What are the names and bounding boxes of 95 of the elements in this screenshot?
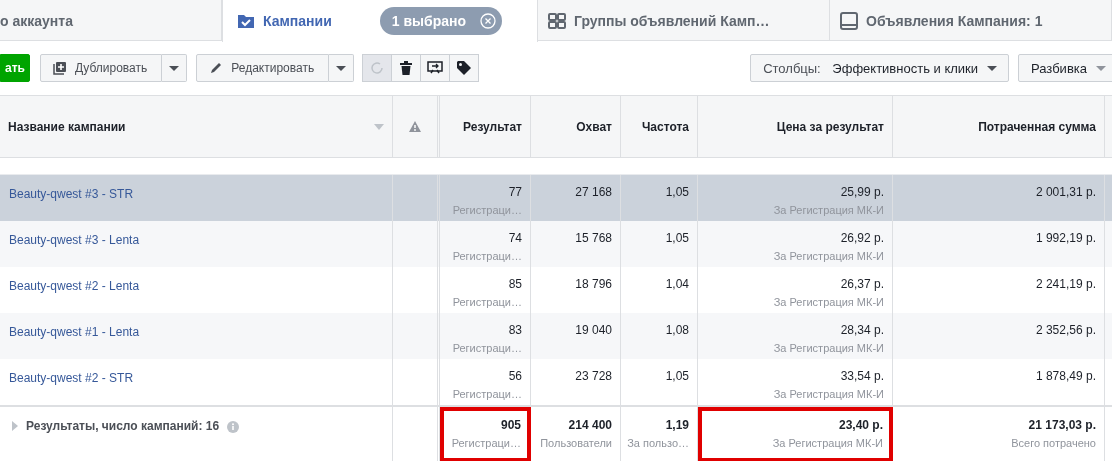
grid-icon [548,11,566,30]
table-row[interactable]: Beauty-qwest #3 - Lenta 74 Регистраци… 15 768 1,05 26,92 р. За Регистрация МК-И 1 992,19 р. [0,221,1112,267]
toolbar-button[interactable] [420,54,451,82]
refresh-icon [369,60,386,76]
caret-icon [335,64,348,72]
column-header[interactable]: Охват [576,119,612,134]
tab-label[interactable]: Группы объявлений Камп… [574,12,770,29]
cell-caption: Регистраци… [452,388,522,400]
cell-value: 1,05 [665,369,689,383]
tab[interactable]: Кампании 1 выбрано [222,0,538,42]
cell-value: 33,54 р. [840,369,884,383]
breakdown-dropdown[interactable]: Разбивка [1018,54,1112,82]
cell-caption: За Регистрация МК-И [773,296,884,308]
campaign-link[interactable]: Beauty-qwest #3 - Lenta [9,233,140,247]
cell-value: 2 001,31 р. [1035,185,1096,199]
table-row[interactable]: Beauty-qwest #1 - Lenta 83 Регистраци… 19 040 1,08 28,34 р. За Регистрация МК-И 2 352,56 р. [0,313,1112,359]
column-header[interactable]: Результат [463,119,522,134]
cell-value: 27 168 [575,185,612,199]
cell-value: 23 728 [575,369,612,383]
toolbar-button[interactable] [391,54,422,82]
cell-value: 1,04 [665,277,689,291]
warning-icon [408,120,422,133]
cell-caption: Всего потрачено [1011,437,1096,449]
summary-label: Результаты, число кампаний: 16 [26,419,220,433]
pencil-icon [209,61,224,75]
cell-caption: За Регистрация МК-И [773,250,884,262]
cell-caption: За Регистрация МК-И [773,342,884,354]
duplicate-button[interactable]: Дублировать [39,54,163,82]
folder-check-icon [237,12,255,30]
tab-label[interactable]: Кампании [263,13,332,29]
expand-icon [12,421,18,431]
cell-value: 905 [500,418,521,432]
tab[interactable]: Группы объявлений Камп… [538,0,830,41]
cell-value: 19 040 [575,323,612,337]
campaign-link[interactable]: Beauty-qwest #1 - Lenta [9,325,140,339]
cell-value: 23,40 р. [838,418,883,432]
cell-value: 214 400 [568,418,612,432]
caret-icon [168,64,181,72]
cell-value: 77 [508,185,522,199]
cell-value: 2 352,56 р. [1035,323,1096,337]
cell-caption: Регистраци… [452,296,522,308]
cell-value: 1,05 [665,185,689,199]
edit-button[interactable]: Редактировать [196,54,330,82]
cell-caption: Регистраци… [452,342,522,354]
monitor-icon [840,11,858,30]
cell-value: 1 992,19 р. [1035,231,1096,245]
caret-icon [1095,64,1107,72]
cell-value: 74 [508,231,522,245]
tag-icon [456,60,473,76]
cell-caption: Регистраци… [452,204,522,216]
info-icon [227,421,240,433]
trash-icon [398,60,415,76]
tab-label[interactable]: о аккаунта [0,12,73,29]
column-header[interactable]: Потраченная сумма [978,119,1096,134]
close-icon [480,13,496,29]
cell-value: 21 173,03 р. [1028,418,1096,432]
cell-value: 1,08 [665,323,689,337]
cell-caption: За Регистрация МК-И [773,204,884,216]
cell-value: 28,34 р. [840,323,884,337]
columns-dropdown[interactable]: Столбцы: Эффективность и клики [750,54,1010,82]
table-row[interactable]: Beauty-qwest #3 - STR 77 Регистраци… 27 168 1,05 25,99 р. За Регистрация МК-И 2 001,31 р. [0,175,1112,221]
cell-value: 26,37 р. [840,277,884,291]
column-header[interactable]: Цена за результат [776,119,884,134]
cell-caption: За Регистрация МК-И [772,437,883,449]
cell-value: 26,92 р. [840,231,884,245]
campaign-link[interactable]: Beauty-qwest #2 - Lenta [9,279,140,293]
cell-caption: Пользователи [540,437,612,449]
cell-value: 2 241,19 р. [1035,277,1096,291]
cell-value: 1,05 [665,231,689,245]
campaign-link[interactable]: Beauty-qwest #2 - STR [9,371,134,385]
column-header[interactable]: Частота [641,119,689,134]
dropdown-button[interactable] [162,54,188,82]
column-header[interactable]: Название кампании [8,119,126,134]
cell-caption: Регистраци… [452,250,522,262]
duplicate-icon [52,61,67,75]
toolbar-button[interactable] [449,54,480,82]
campaign-link[interactable]: Beauty-qwest #3 - STR [9,187,134,201]
tab-label[interactable]: Объявления Кампания: 1 [866,12,1043,29]
cell-value: 15 768 [575,231,612,245]
badge-label: 1 выбрано [391,13,466,29]
tab[interactable]: Объявления Кампания: 1 [830,0,1112,41]
cell-caption: За Регистрация МК-И [773,388,884,400]
cell-value: 85 [508,277,522,291]
dropdown-button[interactable] [329,54,355,82]
cell-value: 1,19 [665,418,689,432]
cell-value: 25,99 р. [840,185,884,199]
swap-icon [427,60,444,76]
cell-caption: Регистраци… [451,437,521,449]
cell-value: 83 [508,323,522,337]
cell-value: 56 [508,369,522,383]
cell-value: 18 796 [575,277,612,291]
sort-caret-icon [374,123,384,130]
cell-value: 1 878,49 р. [1035,369,1096,383]
cell-caption: За пользо… [627,437,689,449]
caret-icon [986,64,999,72]
